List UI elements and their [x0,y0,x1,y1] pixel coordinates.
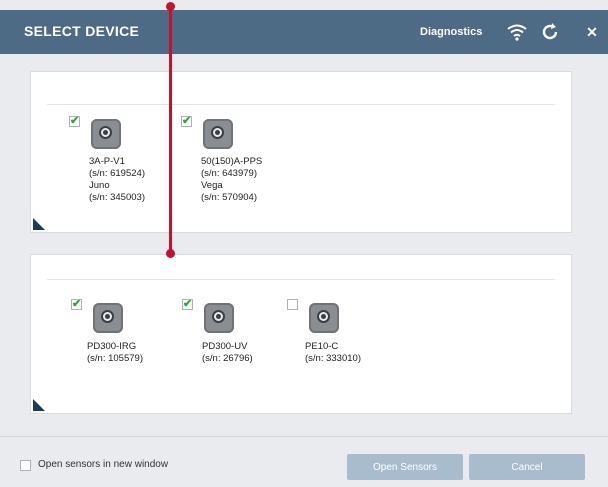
select-device-dialog: SELECT DEVICE Diagnostics ✕ ✔ 3A-P-V1 (s… [0,0,608,487]
device-checkbox[interactable]: ✔ [71,299,82,310]
close-icon[interactable]: ✕ [580,20,604,44]
device-label: PD300-IRG (s/n: 105579) [87,341,143,365]
group-divider [47,104,555,105]
device-checkbox[interactable]: ✔ [181,116,192,127]
group-divider [47,279,555,280]
open-new-window-label: Open sensors in new window [38,459,169,470]
resize-corner-icon [33,399,45,411]
device-serial: (s/n: 105579) [87,353,143,364]
footer-divider [0,436,608,437]
annotation-line [169,8,172,254]
device-serial: (s/n: 345003) [89,192,145,203]
device-label: 3A-P-V1 (s/n: 619524) Juno (s/n: 345003) [89,156,145,204]
sensor-icon [91,119,121,149]
device-serial: (s/n: 333010) [305,353,361,364]
device-label: PE10-C (s/n: 333010) [305,341,361,365]
device-serial: (s/n: 570904) [201,192,257,203]
device-group-1: ✔ 3A-P-V1 (s/n: 619524) Juno (s/n: 34500… [30,71,572,233]
device-name: Vega [201,180,223,191]
cancel-button[interactable]: Cancel [469,454,585,480]
open-sensors-button[interactable]: Open Sensors [347,454,463,480]
annotation-dot [166,249,175,258]
resize-corner-icon [33,218,45,230]
sensor-icon [93,303,123,333]
device-serial: (s/n: 26796) [202,353,253,364]
wifi-icon[interactable] [505,20,529,44]
device-name: 50(150)A-PPS [201,156,263,167]
device-serial: (s/n: 643979) [201,168,257,179]
refresh-icon[interactable] [538,20,562,44]
open-new-window-checkbox[interactable] [20,460,31,471]
annotation-dot [166,2,175,11]
device-label: 50(150)A-PPS (s/n: 643979) Vega (s/n: 57… [201,156,262,204]
device-label: PD300-UV (s/n: 26796) [202,341,253,365]
device-serial: (s/n: 619524) [89,168,145,179]
device-name: 3A-P-V1 [89,156,125,167]
device-name: PD300-UV [202,341,248,352]
title-bar: SELECT DEVICE Diagnostics ✕ [0,10,608,54]
device-name: PD300-IRG [87,341,137,352]
device-checkbox[interactable]: ✔ [182,299,193,310]
device-group-2: ✔ PD300-IRG (s/n: 105579) ✔ PD300-UV (s/… [30,254,572,414]
dialog-title: SELECT DEVICE [24,23,140,39]
device-checkbox[interactable]: ✔ [69,116,80,127]
sensor-icon [203,119,233,149]
device-checkbox[interactable] [287,299,298,310]
device-name: Juno [89,180,110,191]
diagnostics-link[interactable]: Diagnostics [420,26,482,38]
device-name: PE10-C [305,341,339,352]
sensor-icon [204,303,234,333]
sensor-icon [309,303,339,333]
